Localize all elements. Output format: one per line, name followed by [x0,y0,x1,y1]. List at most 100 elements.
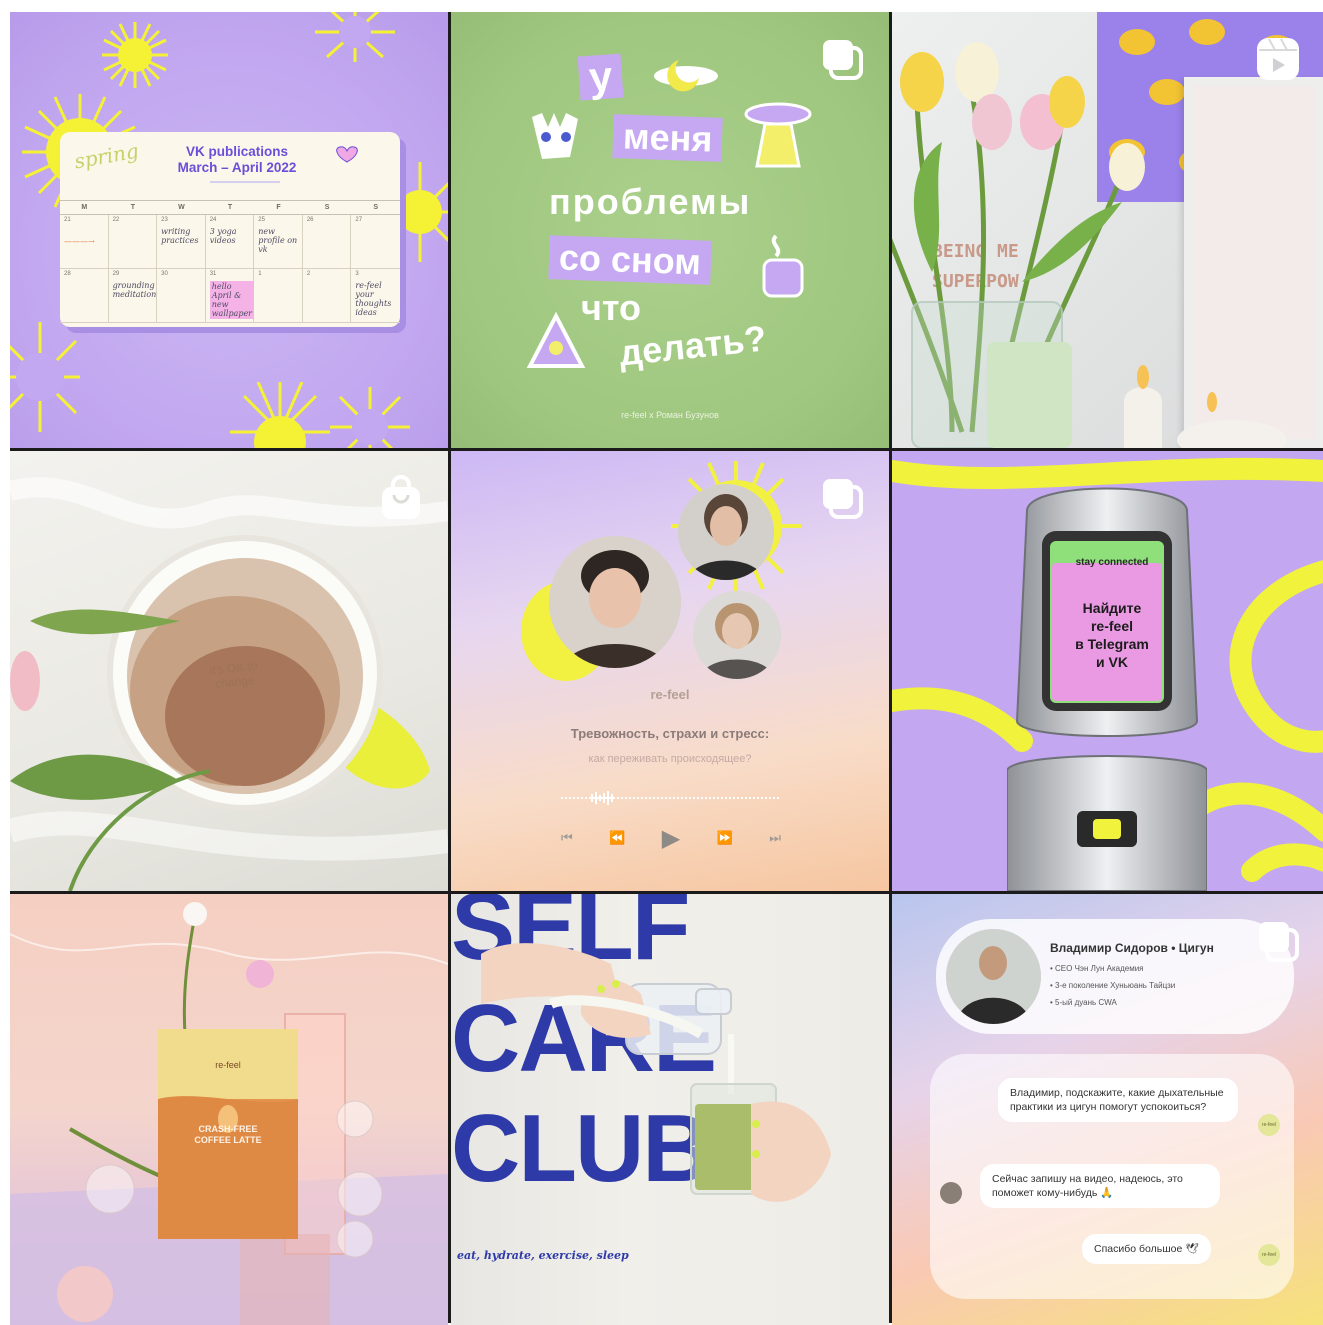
calendar-cell: 3 re-feel your thoughts ideas [351,269,400,323]
screen-line: и VK [1096,654,1128,670]
day-number: 31 [209,271,217,277]
sticker-word: проблемы [549,181,752,222]
sun-decoration [315,12,395,62]
post-tile-selfcare[interactable]: SELF CARE CLUB eat, hydrate, exercise, s… [451,894,889,1325]
reel-icon [1257,38,1299,80]
profile-name: Владимир Сидоров • Цигун [1050,941,1214,955]
calendar-note: 3 yoga videos [209,227,237,245]
post-tile-podcast[interactable]: re-feel Тревожность, страхи и стресс: ка… [451,451,889,891]
calendar-cell: 25 new profile on vk [254,215,303,269]
screen-line: в Telegram [1075,636,1149,652]
post-tile-coffee[interactable]: it's OK to change [10,451,448,891]
carousel-badge [1253,916,1303,966]
weekday-label: F [276,204,281,211]
heart-icon [336,146,358,163]
weekday-label: W [178,204,185,211]
sun-decoration [330,387,410,448]
brand-logo-text: re-feel [650,687,690,702]
calendar-cell: 2 [302,269,352,323]
sender-avatar [940,1182,962,1204]
rewind-button[interactable]: ⏪ [609,830,625,846]
day-number: 27 [355,217,363,223]
audio-waveform [561,791,781,805]
calendar-title-line2: March – April 2022 [177,160,297,175]
pouch-name-line: CRASH-FREE [198,1124,258,1134]
weekday-label: T [227,204,233,211]
milk-pour-photo [481,943,831,1202]
carousel-icon [1259,922,1299,962]
screen-line: Найдите [1082,600,1142,616]
shop-badge [376,473,426,523]
calendar-cell: 29 grounding meditation [108,269,158,323]
calendar-cell: 24 3 yoga videos [205,215,255,269]
chat-message-incoming: Сейчас запишу на видео, надеюсь, это пом… [980,1164,1220,1208]
day-number: 22 [112,217,120,223]
skip-start-button[interactable]: ⏮ [561,830,573,846]
fast-forward-button[interactable]: ⏩ [717,830,733,846]
chat-message-outgoing: Спасибо большое 🕊 [1082,1234,1211,1264]
speaker-avatar [549,536,681,668]
day-number: 26 [306,217,314,223]
carousel-badge [817,473,867,523]
post-tile-sleep[interactable]: у меня проблемы со сном что делать? re-f… [451,12,889,448]
weekday-label: S [324,204,330,211]
weekday-label: S [373,204,379,211]
person-photo [549,536,681,668]
warning-sticker-icon [526,312,586,368]
day-number: 29 [112,271,120,277]
sticker-word-text: меня [612,114,724,162]
post-grid: spring VK publications March – April 202… [10,12,1323,1325]
sun-decoration [102,22,168,88]
post-tile-product[interactable]: re-feel CRASH-FREE COFFEE LATTE [10,894,448,1325]
profile-detail: • 5-ый дуань CWA [1050,998,1117,1007]
sticker-word-text: у [577,52,624,101]
calendar-subtitle-line [210,181,280,183]
chat-container: Владимир, подскажите, какие дыхательные … [930,1054,1294,1299]
day-number: 2 [306,271,311,277]
person-photo [693,591,781,679]
weekday-label: T [130,204,135,211]
post-tile-phone[interactable]: stay connected Найдите re-feel в Telegra… [892,451,1323,891]
sun-decoration [10,322,80,432]
calendar-cell: 31 hello April & new wallpaper [205,269,255,323]
calendar-weekdays: M T W T F S S [60,201,400,215]
calendar-title: VK publications March – April 2022 [152,144,322,176]
candle-decoration [1177,392,1287,448]
speaker-avatar [693,591,781,679]
ufo-sticker-icon [744,102,812,168]
day-number: 24 [209,217,217,223]
profile-detail: • CEO Чэн Лун Академия [1050,964,1144,973]
screen-line: re-feel [1090,618,1134,634]
post-footer-credit: re-feel x Роман Бузунов [621,410,719,420]
calendar-note: new profile on vk [258,227,298,254]
shopping-bag-icon [382,475,420,519]
calendar-cell: 27 [351,215,400,269]
calendar-note: re-feel your thoughts ideas [355,281,392,317]
post-tile-tulips[interactable]: BEING ME SUPERPOW [892,12,1323,448]
brand-avatar: re-feel [1258,1244,1280,1266]
calendar-note: grounding meditation [112,281,157,299]
day-number: 25 [258,217,265,223]
skip-end-button[interactable]: ⏭ [769,830,781,846]
calendar-title-line1: VK publications [185,144,288,159]
brand-avatar: re-feel [1258,1114,1280,1136]
day-number: 1 [258,271,262,277]
calendar-cell: 21 ———→ [60,215,109,269]
reel-badge [1253,34,1303,84]
calendar-note: writing practices [161,227,199,245]
pouch-name-line: COFFEE LATTE [194,1135,262,1145]
calendar-cell: 26 [302,215,352,269]
calendar-arrow: ———→ [64,237,95,246]
day-number: 30 [161,271,168,277]
pouch-brand: re-feel [215,1060,241,1070]
podcast-title: Тревожность, страхи и стресс: [570,726,770,741]
play-button[interactable]: ▶ [662,824,680,853]
screen-tag: stay connected [1075,557,1149,568]
sticker-word: меня [612,114,724,162]
calendar-note: hello April & new wallpaper [209,281,255,319]
person-photo [946,929,1041,1024]
person-photo [678,484,774,580]
post-tile-calendar[interactable]: spring VK publications March – April 202… [10,12,448,448]
post-tile-chat[interactable]: Владимир Сидоров • Цигун • CEO Чэн Лун А… [892,894,1323,1325]
profile-card: Владимир Сидоров • Цигун • CEO Чэн Лун А… [936,919,1294,1034]
